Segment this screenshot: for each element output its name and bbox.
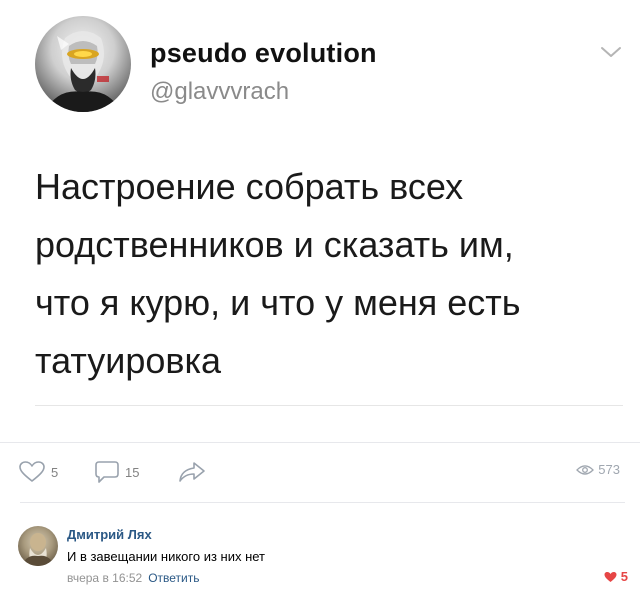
divider	[0, 442, 640, 443]
heart-filled-icon	[604, 571, 617, 582]
tweet-text-line: татуировка	[35, 340, 222, 381]
comment-item: Дмитрий Лях И в завещании никого из них …	[18, 520, 628, 590]
chevron-down-icon[interactable]	[600, 44, 622, 60]
tweet-text: Настроение собрать всех родственников и …	[35, 158, 615, 390]
commenter-avatar[interactable]	[18, 526, 58, 566]
views-counter: 573	[576, 462, 620, 477]
heart-outline-icon	[19, 461, 45, 482]
eye-icon	[576, 464, 595, 475]
comment-text: И в завещании никого из них нет	[67, 549, 266, 564]
comment-author[interactable]: Дмитрий Лях	[67, 527, 152, 542]
user-handle[interactable]: @glavvvrach	[150, 78, 289, 106]
tweet-text-line: родственников и сказать им,	[35, 224, 514, 265]
comment-like-button[interactable]: 5	[604, 569, 628, 584]
views-count: 573	[598, 462, 620, 477]
like-count: 5	[51, 464, 59, 480]
comment-icon	[95, 461, 119, 483]
comment-count: 15	[125, 464, 140, 480]
like-button[interactable]: 5	[19, 460, 58, 484]
display-name[interactable]: pseudo evolution	[150, 38, 377, 69]
commenter-avatar-image	[22, 533, 54, 566]
share-button[interactable]	[178, 460, 206, 484]
comment-meta: вчера в 16:52 Ответить	[67, 571, 199, 585]
tweet-text-line: Настроение собрать всех	[35, 166, 464, 207]
author-avatar-image	[45, 31, 121, 112]
comment-time[interactable]: вчера в 16:52	[67, 571, 142, 585]
reply-button[interactable]: Ответить	[148, 571, 199, 585]
tweet-header: pseudo evolution @glavvvrach	[35, 16, 625, 116]
comment-like-count: 5	[620, 569, 628, 584]
tweet-text-line: что я курю, и что у меня есть	[35, 282, 521, 323]
share-arrow-icon	[179, 462, 205, 482]
divider	[20, 502, 625, 503]
divider	[35, 405, 623, 406]
author-avatar[interactable]	[35, 16, 131, 112]
comment-button[interactable]: 15	[95, 460, 139, 484]
